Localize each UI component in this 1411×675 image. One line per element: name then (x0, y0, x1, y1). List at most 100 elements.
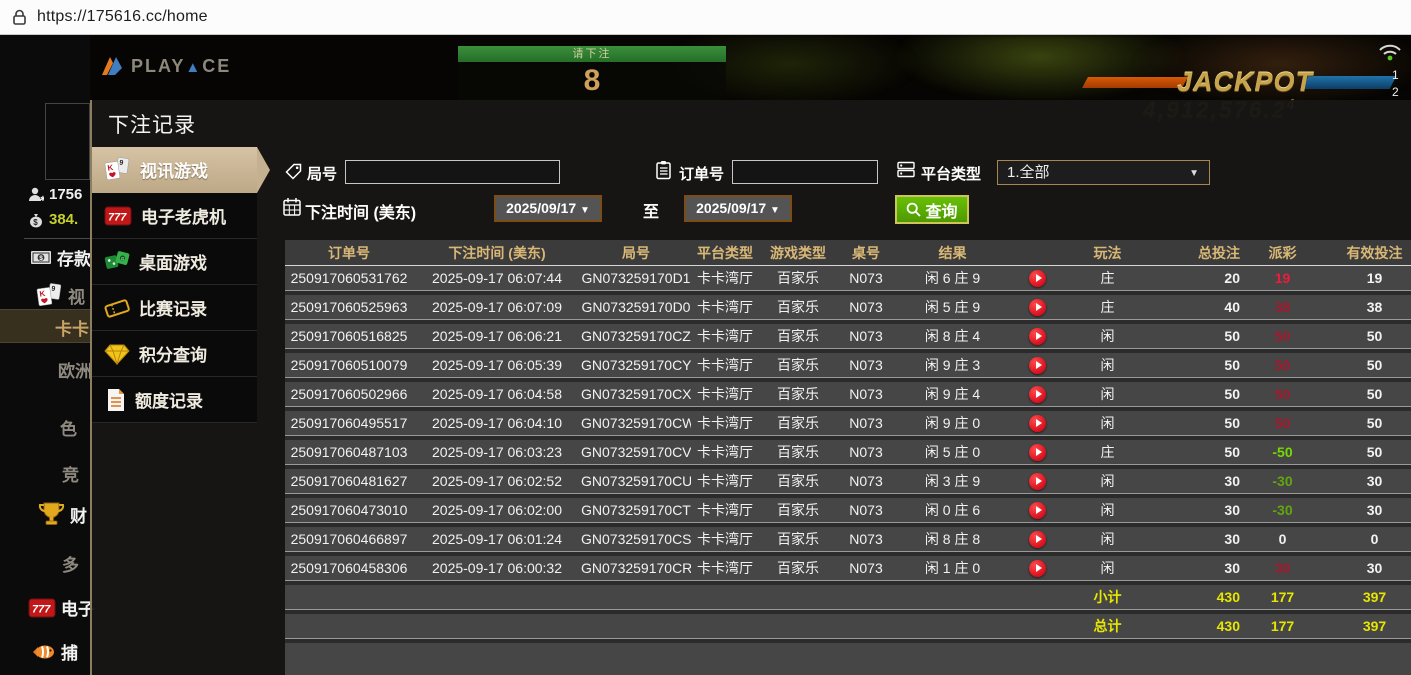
table-cell: 闲 9 庄 3 (895, 353, 1010, 377)
menu-item-match-records[interactable]: 比赛记录 (92, 285, 257, 331)
deposit-label: 存款 (57, 245, 91, 270)
table-cell: -30 (1245, 498, 1320, 522)
playace-logo-icon (100, 55, 124, 77)
table-cell: 卡卡湾厅 (691, 469, 759, 493)
date-to-select[interactable]: 2025/09/17 ▼ (684, 195, 792, 222)
table-row: 2509170605029662025-09-17 06:04:58GN0732… (285, 382, 1411, 406)
table-cell: GN073259170CS (581, 527, 691, 551)
total-cell (581, 614, 691, 638)
table-cell: 2025-09-17 06:04:10 (413, 411, 581, 435)
table-cell: 2025-09-17 06:02:52 (413, 469, 581, 493)
table-cell: 250917060516825 (285, 324, 413, 348)
total-cell (413, 614, 581, 638)
play-button[interactable] (1029, 502, 1046, 519)
stream-line-1[interactable]: 1 (1392, 67, 1410, 84)
total-cell (759, 614, 837, 638)
records-table: 订单号下注时间 (美东)局号平台类型游戏类型桌号结果玩法总投注派彩有效投注 25… (285, 240, 1411, 675)
chevron-down-icon: ▼ (1189, 162, 1199, 185)
total-cell (837, 614, 895, 638)
slots-icon: 777 (104, 206, 132, 226)
ledger-icon (104, 388, 126, 412)
menu-item-points-query[interactable]: 积分查询 (92, 331, 257, 377)
subtotal-cell: 430 (1150, 585, 1245, 609)
avatar[interactable] (45, 103, 90, 180)
table-cell: 卡卡湾厅 (691, 266, 759, 290)
table-cell: N073 (837, 440, 895, 464)
table-cell: 250917060466897 (285, 527, 413, 551)
round-input[interactable] (345, 160, 560, 184)
menu-item-video-games[interactable]: 9K视讯游戏 (92, 147, 257, 193)
table-cell: N073 (837, 295, 895, 319)
platform-select[interactable]: 1.全部 ▼ (997, 160, 1210, 185)
table-row: 2509170605168252025-09-17 06:06:21GN0732… (285, 324, 1411, 348)
table-cell: 50 (1150, 382, 1245, 406)
table-cell: 250917060531762 (285, 266, 413, 290)
fish-icon (30, 642, 56, 662)
table-cell: N073 (837, 324, 895, 348)
play-button[interactable] (1029, 531, 1046, 548)
table-cell: 卡卡湾厅 (691, 353, 759, 377)
play-button[interactable] (1029, 328, 1046, 345)
table-cell: 卡卡湾厅 (691, 498, 759, 522)
menu-item-slots[interactable]: 777电子老虎机 (92, 193, 257, 239)
table-cell: 250917060458306 (285, 556, 413, 580)
username: 1756 (49, 186, 82, 203)
table-cell: N073 (837, 382, 895, 406)
balance-amount: 384. (49, 211, 78, 228)
money-bag-icon: $ (28, 212, 44, 228)
play-button[interactable] (1029, 415, 1046, 432)
table-cell: 卡卡湾厅 (691, 556, 759, 580)
rail-item-trophy-label: 财 (70, 502, 87, 527)
subtotal-cell (837, 585, 895, 609)
table-cell: GN073259170CV (581, 440, 691, 464)
table-cell: 庄 (1065, 295, 1150, 319)
play-button[interactable] (1029, 560, 1046, 577)
table-cell: 闲 9 庄 4 (895, 382, 1010, 406)
table-cell: 250917060487103 (285, 440, 413, 464)
play-button[interactable] (1029, 357, 1046, 374)
table-cell: 250917060502966 (285, 382, 413, 406)
menu-item-points-query-label: 积分查询 (139, 341, 207, 366)
order-input[interactable] (732, 160, 878, 184)
table-cell: 闲 (1065, 324, 1150, 348)
play-button[interactable] (1029, 270, 1046, 287)
rail-item-europe-label: 欧洲 (58, 357, 92, 382)
chevron-down-icon: ▼ (580, 205, 590, 216)
table-cell: GN073259170CT (581, 498, 691, 522)
total-row: 总计430177397 (285, 614, 1411, 638)
row-divider (285, 638, 1411, 643)
table-header-cell: 下注时间 (美东) (413, 240, 581, 265)
url-text[interactable]: https://175616.cc/home (37, 8, 208, 26)
platform-list-icon (897, 161, 915, 178)
date-from-select[interactable]: 2025/09/17 ▼ (494, 195, 602, 222)
play-button[interactable] (1029, 299, 1046, 316)
subtotal-cell (759, 585, 837, 609)
play-button[interactable] (1029, 473, 1046, 490)
menu-item-quota-records[interactable]: 额度记录 (92, 377, 257, 423)
browser-address-bar[interactable]: https://175616.cc/home (0, 0, 1411, 35)
subtotal-cell (1010, 585, 1065, 609)
tag-icon (285, 163, 302, 180)
total-cell: 397 (1320, 614, 1411, 638)
table-cell: 卡卡湾厅 (691, 382, 759, 406)
svg-text:777: 777 (32, 603, 51, 615)
table-header-cell: 总投注 (1150, 240, 1245, 265)
table-cell: 闲 8 庄 4 (895, 324, 1010, 348)
table-cell: -50 (1245, 440, 1320, 464)
table-cell: 闲 (1065, 353, 1150, 377)
bet-countdown-number: 8 (458, 62, 726, 100)
play-button[interactable] (1029, 444, 1046, 461)
stream-line-2[interactable]: 2 (1392, 84, 1410, 101)
table-cell: 百家乐 (759, 527, 837, 551)
search-button[interactable]: 查询 (895, 195, 969, 224)
table-cell: 闲 6 庄 9 (895, 266, 1010, 290)
menu-item-table-games[interactable]: G桌面游戏 (92, 239, 257, 285)
table-row: 2509170605317622025-09-17 06:07:44GN0732… (285, 266, 1411, 290)
play-button[interactable] (1029, 386, 1046, 403)
subtotal-cell: 177 (1245, 585, 1320, 609)
wifi-icon (1376, 40, 1404, 62)
table-cell: 50 (1150, 353, 1245, 377)
table-cell: 闲 (1065, 498, 1150, 522)
brand-name: PLAY▲CE (131, 56, 231, 77)
calendar-icon (283, 197, 301, 216)
